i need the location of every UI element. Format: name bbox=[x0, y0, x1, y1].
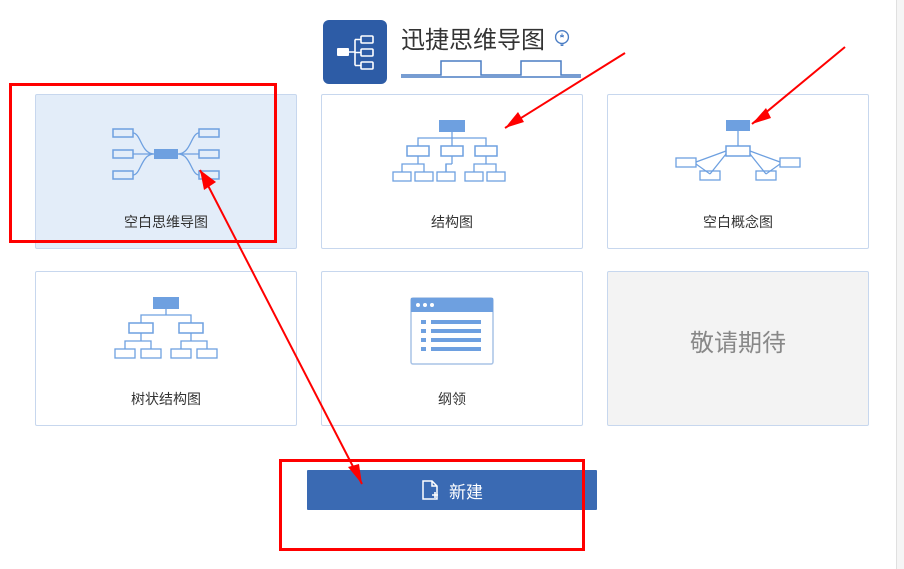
mindmap-blank-icon bbox=[36, 95, 296, 212]
create-button-label: 新建 bbox=[449, 478, 483, 503]
template-card-placeholder: 敬请期待 bbox=[607, 271, 869, 426]
window-right-edge bbox=[896, 0, 904, 569]
template-label: 空白思维导图 bbox=[124, 212, 208, 232]
template-label: 树状结构图 bbox=[131, 389, 201, 409]
new-file-icon bbox=[421, 480, 439, 500]
structure-icon bbox=[322, 95, 582, 212]
create-button[interactable]: 新建 bbox=[307, 470, 597, 510]
tree-icon bbox=[36, 272, 296, 389]
template-label: 空白概念图 bbox=[703, 212, 773, 232]
template-card-structure[interactable]: 结构图 bbox=[321, 94, 583, 249]
decor-line-icon bbox=[401, 55, 581, 79]
template-card-outline[interactable]: 纲领 bbox=[321, 271, 583, 426]
mindmap-logo-icon bbox=[333, 30, 377, 74]
concept-blank-icon bbox=[608, 95, 868, 212]
template-card-mindmap-blank[interactable]: 空白思维导图 bbox=[35, 94, 297, 249]
template-card-tree[interactable]: 树状结构图 bbox=[35, 271, 297, 426]
lightbulb-icon bbox=[551, 27, 573, 49]
template-label: 纲领 bbox=[438, 389, 466, 409]
template-grid: 空白思维导图 结构图 bbox=[0, 86, 904, 426]
placeholder-text: 敬请期待 bbox=[690, 323, 786, 358]
app-title: 迅捷思维导图 bbox=[401, 20, 545, 55]
template-card-concept-blank[interactable]: 空白概念图 bbox=[607, 94, 869, 249]
header: 迅捷思维导图 bbox=[0, 0, 904, 84]
app-logo bbox=[323, 20, 387, 84]
outline-icon bbox=[322, 272, 582, 389]
footer: 新建 bbox=[0, 470, 904, 510]
template-label: 结构图 bbox=[431, 212, 473, 232]
